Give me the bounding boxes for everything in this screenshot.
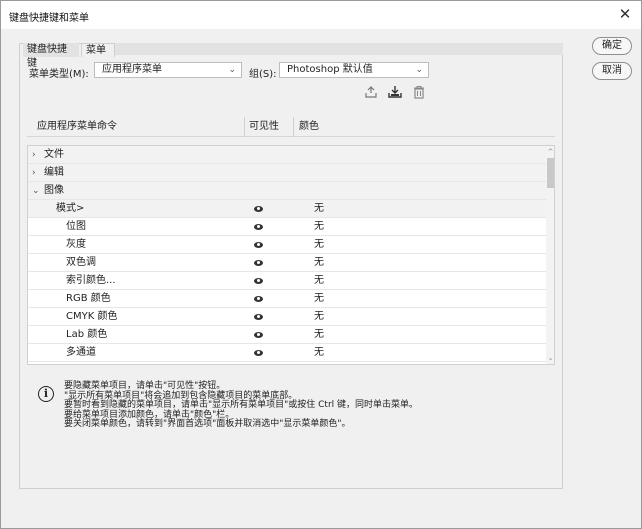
help-line: 要关闭菜单颜色，请转到"界面首选项"面板并取消选中"显示菜单颜色"。 xyxy=(64,419,351,430)
eye-icon xyxy=(254,224,263,230)
vertical-scrollbar[interactable]: ^ ⌄ xyxy=(546,146,554,364)
list-item[interactable]: 多通道 无 xyxy=(28,344,546,362)
menu-command-label: 索引颜色... xyxy=(66,275,116,286)
eye-icon xyxy=(254,206,263,212)
window-title: 键盘快捷键和菜单 xyxy=(9,13,89,24)
title-bar: 键盘快捷键和菜单 ✕ xyxy=(1,1,641,29)
set-value: Photoshop 默认值 xyxy=(287,64,373,75)
help-text: 要隐藏菜单项目，请单击"可见性"按钮。 "显示所有菜单项目"将会追加到包含隐藏项… xyxy=(64,381,544,430)
menu-command-label: 文件 xyxy=(44,149,64,160)
list-item[interactable]: ⌄ 图像 xyxy=(28,182,546,200)
visibility-toggle[interactable] xyxy=(251,200,265,218)
list-item[interactable]: Lab 颜色 无 xyxy=(28,326,546,344)
ok-button[interactable]: 确定 xyxy=(592,37,632,55)
menu-color-cell[interactable]: 无 xyxy=(314,326,324,344)
menu-command-label: 图像 xyxy=(44,185,64,196)
info-icon: i xyxy=(38,386,54,402)
eye-icon xyxy=(254,260,263,266)
visibility-toggle[interactable] xyxy=(251,344,265,362)
menu-command-label: CMYK 颜色 xyxy=(66,311,118,322)
column-divider xyxy=(244,117,245,137)
visibility-toggle[interactable] xyxy=(251,218,265,236)
visibility-toggle[interactable] xyxy=(251,326,265,344)
delete-set-icon[interactable] xyxy=(412,85,426,99)
menu-color-cell[interactable]: 无 xyxy=(314,308,324,326)
menu-color-cell[interactable]: 无 xyxy=(314,344,324,362)
eye-icon xyxy=(254,350,263,356)
menu-command-label: 模式> xyxy=(56,203,85,214)
keyboard-shortcuts-dialog: 键盘快捷键和菜单 ✕ 键盘快捷键 菜单 菜单类型(M): 应用程序菜单 ⌄ 组(… xyxy=(0,0,642,529)
visibility-toggle[interactable] xyxy=(251,290,265,308)
column-command[interactable]: 应用程序菜单命令 xyxy=(37,117,117,132)
menu-type-value: 应用程序菜单 xyxy=(102,64,162,75)
column-divider xyxy=(293,117,294,137)
menu-type-select[interactable]: 应用程序菜单 ⌄ xyxy=(94,62,242,78)
menu-command-label: 灰度 xyxy=(66,239,86,250)
list-item[interactable]: CMYK 颜色 无 xyxy=(28,308,546,326)
menu-command-label: 编辑 xyxy=(44,167,64,178)
menu-type-label: 菜单类型(M): xyxy=(29,69,89,80)
scroll-down-icon[interactable]: ⌄ xyxy=(546,354,554,362)
menu-color-cell[interactable]: 无 xyxy=(314,272,324,290)
close-button[interactable]: ✕ xyxy=(617,5,633,23)
visibility-toggle[interactable] xyxy=(251,308,265,326)
cancel-button[interactable]: 取消 xyxy=(592,62,632,80)
eye-icon xyxy=(254,278,263,284)
tab-menus[interactable]: 菜单 xyxy=(81,43,115,57)
list-item[interactable]: › 文件 xyxy=(28,146,546,164)
scrollbar-thumb[interactable] xyxy=(547,158,554,188)
chevron-down-icon: ⌄ xyxy=(415,65,423,75)
save-set-icon[interactable] xyxy=(364,85,378,99)
list-item[interactable]: 双色调 无 xyxy=(28,254,546,272)
list-item[interactable]: RGB 颜色 无 xyxy=(28,290,546,308)
menu-command-label: 双色调 xyxy=(66,257,96,268)
set-select[interactable]: Photoshop 默认值 ⌄ xyxy=(279,62,429,78)
eye-icon xyxy=(254,332,263,338)
menu-color-cell[interactable]: 无 xyxy=(314,254,324,272)
menu-color-cell[interactable]: 无 xyxy=(314,218,324,236)
scroll-up-icon[interactable]: ^ xyxy=(546,148,554,156)
menu-color-cell[interactable]: 无 xyxy=(314,236,324,254)
list-item[interactable]: 位图 无 xyxy=(28,218,546,236)
chevron-down-icon: ⌄ xyxy=(228,65,236,75)
list-item[interactable]: › 编辑 xyxy=(28,164,546,182)
visibility-toggle[interactable] xyxy=(251,236,265,254)
list-item[interactable]: 索引颜色... 无 xyxy=(28,272,546,290)
tab-keyboard-shortcuts[interactable]: 键盘快捷键 xyxy=(23,43,79,69)
eye-icon xyxy=(254,296,263,302)
eye-icon xyxy=(254,314,263,320)
expand-icon[interactable]: › xyxy=(32,164,42,182)
menu-command-label: RGB 颜色 xyxy=(66,293,111,304)
expand-icon[interactable]: › xyxy=(32,146,42,164)
eye-icon xyxy=(254,242,263,248)
menu-command-label: 多通道 xyxy=(66,347,96,358)
tab-strip xyxy=(115,43,563,55)
collapse-icon[interactable]: ⌄ xyxy=(32,182,42,200)
column-header: 应用程序菜单命令 可见性 颜色 xyxy=(27,109,555,137)
list-item[interactable]: 模式> 无 xyxy=(28,200,546,218)
menu-color-cell[interactable]: 无 xyxy=(314,200,324,218)
new-set-icon[interactable] xyxy=(388,85,402,99)
column-visibility[interactable]: 可见性 xyxy=(249,117,279,132)
visibility-toggle[interactable] xyxy=(251,272,265,290)
set-label: 组(S): xyxy=(249,69,277,80)
menu-color-cell[interactable]: 无 xyxy=(314,290,324,308)
menu-command-list: › 文件 › 编辑 ⌄ 图像 模式> 无 位图 无 灰度 无 双色调 无 索引颜… xyxy=(27,145,555,365)
list-item[interactable]: 灰度 无 xyxy=(28,236,546,254)
menu-command-label: 位图 xyxy=(66,221,86,232)
visibility-toggle[interactable] xyxy=(251,254,265,272)
menu-command-label: Lab 颜色 xyxy=(66,329,108,340)
column-color[interactable]: 颜色 xyxy=(299,117,319,132)
